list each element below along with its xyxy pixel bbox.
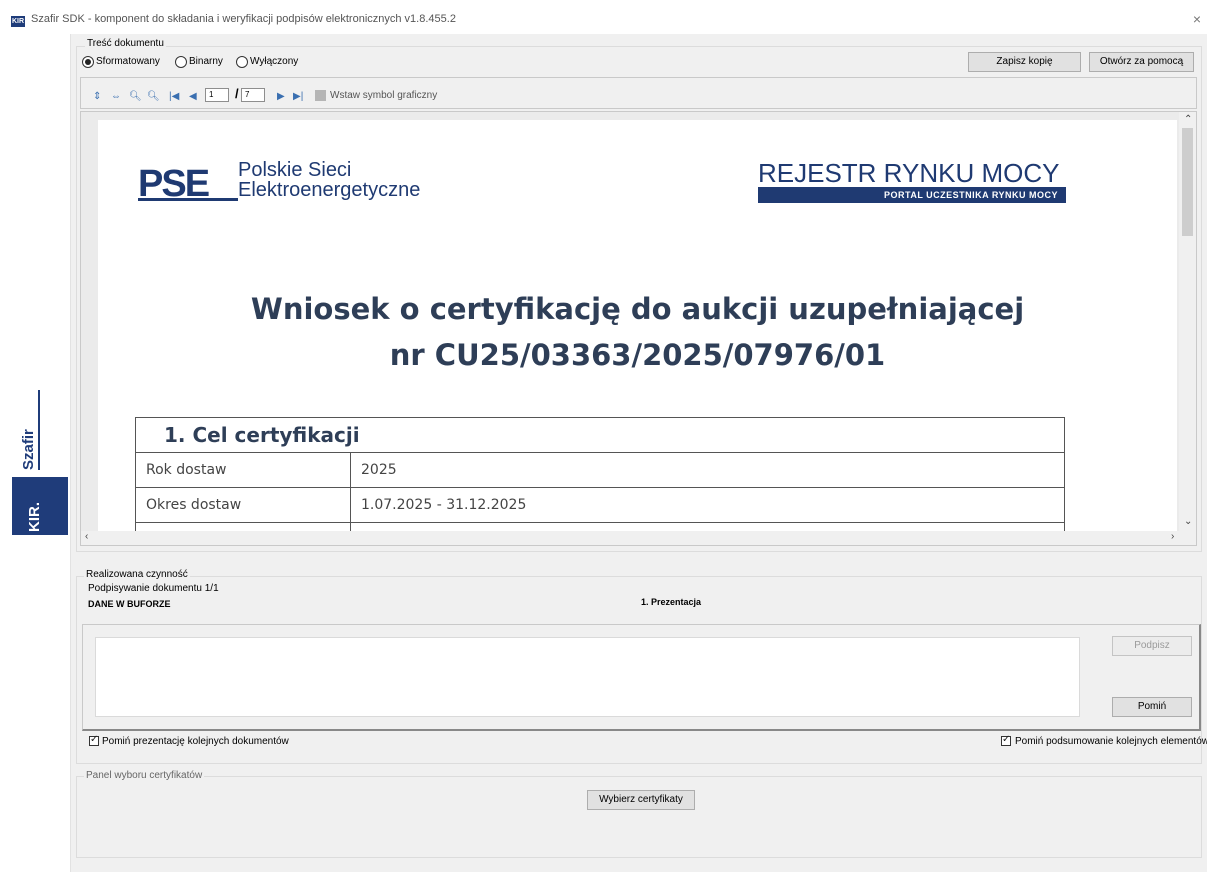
current-page-input[interactable]: 1 [205, 88, 229, 102]
fit-width-icon[interactable]: ⇔ [111, 91, 121, 102]
buffer-status: DANE W BUFORZE [88, 599, 171, 609]
registry-title: REJESTR RYNKU MOCY [758, 158, 1060, 188]
certification-table: 1. Cel certyfikacji Rok dostaw 2025 Okre… [135, 417, 1065, 531]
document-viewer[interactable]: PSE Polskie Sieci Elektroenergetyczne RE… [80, 111, 1197, 546]
fit-height-icon[interactable]: ⇕ [93, 91, 101, 102]
document-title-line2: nr CU25/03363/2025/07976/01 [389, 338, 886, 372]
document-page: PSE Polskie Sieci Elektroenergetyczne RE… [98, 120, 1177, 531]
radio-formatted-label[interactable]: Sformatowany [96, 56, 160, 67]
certificates-label: Panel wyboru certyfikatów [84, 770, 205, 781]
szafir-divider [38, 390, 40, 470]
open-with-button[interactable]: Otwórz za pomocą [1089, 52, 1194, 72]
last-page-icon[interactable]: ▶| [293, 91, 303, 102]
title-bar: KIR Szafir SDK - komponent do składania … [0, 0, 1207, 34]
horizontal-scrollbar[interactable] [81, 531, 1196, 545]
pse-logo-icon: PSE [138, 163, 238, 202]
total-pages-field: 7 [241, 88, 265, 102]
skip-presentation-label[interactable]: Pomiń prezentację kolejnych dokumentów [102, 736, 289, 747]
row-value: 1.07.2025 - 31.12.2025 [350, 487, 1065, 523]
kir-label: KIR. [26, 502, 43, 532]
table-row: Rok dostaw 2025 [135, 452, 1065, 488]
document-title-line1: Wniosek o certyfikację do aukcji uzupełn… [250, 292, 1025, 326]
close-icon[interactable]: × [1187, 10, 1207, 28]
skip-presentation-checkbox[interactable] [89, 734, 99, 746]
insert-symbol-icon[interactable] [315, 90, 326, 101]
prev-page-icon[interactable]: ◀ [189, 91, 197, 102]
next-page-icon[interactable]: ▶ [277, 91, 285, 102]
radio-disabled-label[interactable]: Wyłączony [250, 56, 298, 67]
skip-summary-checkbox[interactable] [1001, 734, 1011, 746]
table-row [135, 522, 1065, 531]
first-page-icon[interactable]: |◀ [169, 91, 179, 102]
radio-binary[interactable] [175, 56, 187, 68]
skip-summary-label[interactable]: Pomiń podsumowanie kolejnych elementów [1015, 736, 1207, 747]
presentation-area[interactable] [95, 637, 1080, 717]
scroll-left-icon[interactable]: ‹ [85, 531, 88, 542]
row-value-empty [350, 522, 1065, 531]
insert-symbol-label[interactable]: Wstaw symbol graficzny [330, 90, 437, 101]
content-group-label: Treść dokumentu [85, 38, 166, 49]
page-separator: / [235, 86, 239, 101]
radio-formatted[interactable] [82, 56, 94, 68]
registry-subtitle: PORTAL UCZESTNIKA RYNKU MOCY [758, 187, 1066, 203]
radio-binary-label[interactable]: Binarny [189, 56, 223, 67]
save-copy-button[interactable]: Zapisz kopię [968, 52, 1081, 72]
step-label: 1. Prezentacja [641, 597, 702, 607]
pse-name-line1: Polskie Sieci [238, 159, 352, 181]
activity-label: Realizowana czynność [84, 569, 190, 580]
scroll-up-icon[interactable]: ⌃ [1184, 114, 1192, 125]
zoom-in-icon[interactable]: 🔍︎ [147, 91, 160, 102]
radio-disabled[interactable] [236, 56, 248, 68]
activity-progress: Podpisywanie dokumentu 1/1 [88, 583, 219, 594]
window-title: Szafir SDK - komponent do składania i we… [31, 13, 456, 25]
row-label: Rok dostaw [135, 452, 351, 488]
application-window: KIR Szafir SDK - komponent do składania … [0, 0, 1207, 872]
skip-button[interactable]: Pomiń [1112, 697, 1192, 717]
row-value: 2025 [350, 452, 1065, 488]
app-icon: KIR [11, 16, 25, 27]
section-heading: 1. Cel certyfikacji [135, 417, 1065, 453]
scroll-right-icon[interactable]: › [1171, 531, 1174, 542]
sign-button[interactable]: Podpisz [1112, 636, 1192, 656]
pse-name-line2: Elektroenergetyczne [238, 179, 421, 201]
table-row: 1. Cel certyfikacji [135, 417, 1065, 453]
document-toolbar: ⇕ ⇔ 🔍︎ 🔍︎ |◀ ◀ 1 / 7 ▶ ▶| Wstaw symbol g… [80, 77, 1197, 109]
table-row: Okres dostaw 1.07.2025 - 31.12.2025 [135, 487, 1065, 523]
certificates-group-frame [76, 776, 1202, 858]
pse-name: Polskie Sieci Elektroenergetyczne [238, 160, 420, 200]
scroll-down-icon[interactable]: ⌄ [1184, 516, 1192, 527]
choose-certificates-button[interactable]: Wybierz certyfikaty [587, 790, 695, 810]
row-label: Okres dostaw [135, 487, 351, 523]
szafir-label: Szafir [20, 429, 37, 470]
zoom-out-icon[interactable]: 🔍︎ [129, 91, 142, 102]
row-label-empty [135, 522, 351, 531]
vertical-scroll-thumb[interactable] [1182, 128, 1193, 236]
svg-text:PSE: PSE [138, 163, 209, 202]
